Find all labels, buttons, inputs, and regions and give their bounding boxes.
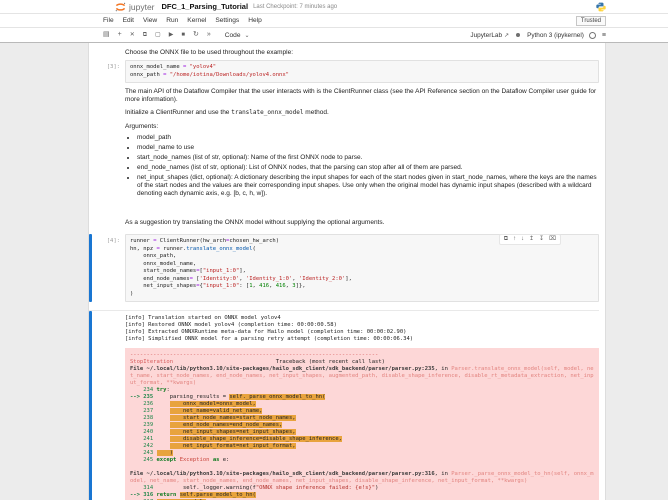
add-cell-icon[interactable]: + [118, 30, 122, 40]
checkpoint-label: Last Checkpoint: 7 minutes ago [253, 4, 337, 10]
stop-kernel-icon[interactable]: ■ [181, 30, 185, 40]
log-line: [info] Translation started on ONNX model… [125, 315, 599, 322]
markdown-cell-suggestion[interactable]: As a suggestion try translating the ONNX… [125, 219, 599, 227]
move-down-icon[interactable]: ↓ [521, 236, 524, 243]
duplicate-cell-icon[interactable]: ⧉ [504, 236, 508, 243]
cell-type-dropdown[interactable]: Code [225, 32, 241, 39]
kernel-name-button[interactable]: Python 3 (ipykernel) [527, 32, 584, 39]
cell-prompt: [3]: [89, 60, 125, 83]
jupyter-logo-icon [115, 2, 126, 12]
insert-above-icon[interactable]: ↥ [529, 236, 534, 243]
notebook-title[interactable]: DFC_1_Parsing_Tutorial [162, 2, 249, 11]
menu-run[interactable]: Run [166, 17, 178, 24]
cell-4-output-area: [info] Translation started on ONNX model… [89, 310, 599, 500]
jupyterlab-link[interactable]: JupyterLab [470, 32, 502, 39]
log-line: [info] Simplified ONNX model for a parsi… [125, 336, 599, 343]
notebook-toolbar: ▤ + ✕ ⧉ ▢ ▶ ■ ↻ » Code ⌄ JupyterLab ↗ Py… [0, 28, 668, 43]
markdown-cell-arguments-list[interactable]: model_path model_name to use start_node_… [125, 134, 599, 198]
list-item: net_input_shapes (dict, optional): A dic… [137, 174, 599, 198]
move-up-icon[interactable]: ↑ [513, 236, 516, 243]
jupyter-notebook-window: jupyter DFC_1_Parsing_Tutorial Last Chec… [0, 0, 668, 500]
cell-prompt: [4]: [89, 234, 125, 302]
md-text: method. [303, 109, 328, 116]
notebook-page: Choose the ONNX file to be used througho… [88, 43, 606, 500]
code-cell-3: [3]: onnx_model_name = "yolov4"onnx_path… [89, 60, 599, 83]
delete-cell-icon[interactable]: ⌧ [549, 236, 556, 243]
output-collapser[interactable] [89, 311, 92, 500]
restart-kernel-icon[interactable]: ↻ [193, 30, 199, 40]
code-cell-4-active: [4]: runner = ClientRunner(hw_arch=chose… [89, 234, 599, 302]
menu-view[interactable]: View [143, 17, 157, 24]
title-bar: jupyter DFC_1_Parsing_Tutorial Last Chec… [0, 0, 668, 14]
menu-bar: File Edit View Run Kernel Settings Help … [0, 14, 668, 28]
list-item: end_node_names (list of str, optional): … [137, 164, 599, 172]
insert-below-icon[interactable]: ↧ [539, 236, 544, 243]
menu-file[interactable]: File [103, 17, 114, 24]
list-item: model_path [137, 134, 599, 142]
copy-cell-icon[interactable]: ⧉ [143, 30, 147, 40]
kernel-busy-indicator-icon [516, 33, 520, 37]
active-cell-indicator[interactable] [89, 234, 92, 302]
restart-run-all-icon[interactable]: » [207, 30, 211, 40]
list-item: start_node_names (list of str, optional)… [137, 154, 599, 162]
markdown-cell-arguments[interactable]: Arguments: [125, 123, 599, 131]
output-content: [info] Translation started on ONNX model… [125, 315, 599, 500]
error-traceback: ----------------------------------------… [125, 348, 599, 500]
notebook-header: jupyter DFC_1_Parsing_Tutorial Last Chec… [0, 0, 668, 43]
markdown-cell-initialize[interactable]: Initialize a ClientRunner and use the tr… [125, 109, 599, 117]
output-gutter [89, 315, 125, 500]
trusted-badge[interactable]: Trusted [576, 16, 606, 26]
menu-toggle-icon[interactable]: ≡ [602, 32, 606, 39]
arguments-list: model_path model_name to use start_node_… [125, 134, 599, 198]
markdown-cell-main-api[interactable]: The main API of the Dataflow Compiler th… [125, 88, 599, 104]
python-logo-icon [596, 2, 606, 12]
cell-toolbar: ⧉ ↑ ↓ ↥ ↧ ⌧ [499, 234, 561, 245]
list-item: model_name to use [137, 144, 599, 152]
chevron-down-icon[interactable]: ⌄ [245, 32, 250, 39]
save-icon[interactable]: ▤ [103, 30, 110, 40]
menu-edit[interactable]: Edit [123, 17, 134, 24]
external-link-icon[interactable]: ↗ [504, 32, 509, 39]
cut-cell-icon[interactable]: ✕ [130, 30, 135, 40]
run-cell-icon[interactable]: ▶ [169, 30, 174, 40]
menu-settings[interactable]: Settings [215, 17, 239, 24]
jupyter-wordmark: jupyter [129, 2, 155, 12]
log-line: [info] Extracted ONNXRuntime meta-data f… [125, 329, 599, 336]
log-line: [info] Restored ONNX model yolov4 (compl… [125, 322, 599, 329]
code-editor[interactable]: onnx_model_name = "yolov4"onnx_path = "/… [125, 60, 599, 83]
paste-cell-icon[interactable]: ▢ [155, 30, 161, 40]
notebook-scroll-area[interactable]: Choose the ONNX file to be used througho… [0, 43, 668, 500]
markdown-cell-choose-onnx[interactable]: Choose the ONNX file to be used througho… [125, 49, 599, 57]
md-text: Initialize a ClientRunner and use the [125, 109, 231, 116]
kernel-status-icon [589, 32, 596, 39]
inline-code: translate_onnx_model [231, 109, 303, 116]
menu-help[interactable]: Help [248, 17, 262, 24]
menu-kernel[interactable]: Kernel [187, 17, 206, 24]
